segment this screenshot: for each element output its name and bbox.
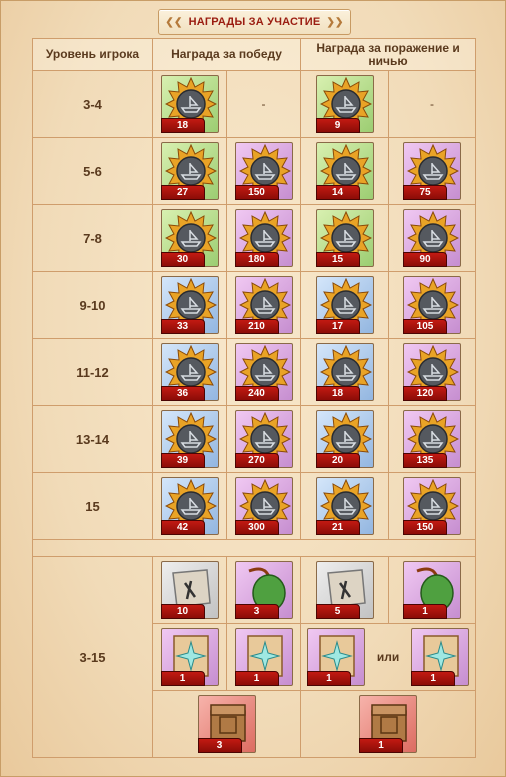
reward-count: 300 <box>234 520 279 535</box>
reward-count: 270 <box>234 453 279 468</box>
reward-count: 14 <box>315 185 360 200</box>
or-label: или <box>376 650 400 664</box>
level-cell: 3-15 <box>32 556 153 758</box>
ship-reward[interactable]: 150 <box>403 477 462 535</box>
reward-count: 1 <box>411 671 456 686</box>
level-cell: 11-12 <box>32 338 153 406</box>
level-cell: 7-8 <box>32 204 153 272</box>
win-map-reward-1[interactable]: 1 <box>160 628 219 686</box>
medal-reward[interactable]: 27 <box>160 142 219 200</box>
empty-reward-placeholder: - <box>430 97 435 111</box>
win-scroll-reward[interactable]: 10 <box>160 561 219 619</box>
win-bag-reward[interactable]: 3 <box>234 561 293 619</box>
medal-reward[interactable]: 17 <box>315 276 374 334</box>
reward-count: 1 <box>403 604 448 619</box>
reward-count: 150 <box>403 520 448 535</box>
lose-map-reward-2[interactable]: 1 <box>411 628 470 686</box>
reward-count: 1 <box>306 671 351 686</box>
reward-count: 33 <box>160 319 205 334</box>
reward-count: 3 <box>197 738 242 753</box>
reward-count: 30 <box>160 252 205 267</box>
reward-count: 15 <box>315 252 360 267</box>
ship-reward[interactable]: 240 <box>234 343 293 401</box>
medal-reward[interactable]: 36 <box>160 343 219 401</box>
medal-reward[interactable]: 9 <box>315 75 374 133</box>
ship-reward[interactable]: 105 <box>403 276 462 334</box>
win-chest-reward[interactable]: 3 <box>197 695 256 753</box>
reward-count: 18 <box>315 386 360 401</box>
spacer-row <box>31 539 477 557</box>
reward-count: 20 <box>315 453 360 468</box>
reward-count: 18 <box>160 118 205 133</box>
left-ornament-icon: ❮❮ <box>165 16 183 28</box>
medal-reward[interactable]: 39 <box>160 410 219 468</box>
reward-count: 105 <box>403 319 448 334</box>
reward-count: 180 <box>234 252 279 267</box>
empty-reward-placeholder: - <box>261 97 266 111</box>
medal-reward[interactable]: 14 <box>315 142 374 200</box>
header-win: Награда за победу <box>151 38 302 71</box>
lose-bag-reward[interactable]: 1 <box>403 561 462 619</box>
reward-count: 1 <box>234 671 279 686</box>
reward-count: 36 <box>160 386 205 401</box>
win-map-reward-2[interactable]: 1 <box>234 628 293 686</box>
medal-reward[interactable]: 20 <box>315 410 374 468</box>
lose-scroll-reward[interactable]: 5 <box>315 561 374 619</box>
medal-reward[interactable]: 18 <box>160 75 219 133</box>
medal-reward[interactable]: 21 <box>315 477 374 535</box>
ship-reward[interactable]: 270 <box>234 410 293 468</box>
medal-reward[interactable]: 15 <box>315 209 374 267</box>
reward-count: 1 <box>160 671 205 686</box>
ship-reward[interactable]: 300 <box>234 477 293 535</box>
level-cell: 5-6 <box>32 137 153 205</box>
reward-count: 150 <box>234 185 279 200</box>
reward-count: 135 <box>403 453 448 468</box>
reward-count: 210 <box>234 319 279 334</box>
reward-count: 3 <box>234 604 279 619</box>
reward-count: 1 <box>359 738 404 753</box>
reward-count: 21 <box>315 520 360 535</box>
medal-reward[interactable]: 33 <box>160 276 219 334</box>
lose-map-reward-1[interactable]: 1 <box>306 628 365 686</box>
reward-count: 5 <box>315 604 360 619</box>
reward-count: 240 <box>234 386 279 401</box>
lose-chest-reward[interactable]: 1 <box>359 695 418 753</box>
reward-count: 27 <box>160 185 205 200</box>
ship-reward[interactable]: 135 <box>403 410 462 468</box>
level-cell: 15 <box>32 472 153 540</box>
title-banner: ❮❮ НАГРАДЫ ЗА УЧАСТИЕ ❯❯ <box>158 9 351 35</box>
rewards-table: Уровень игрока Награда за победу Награда… <box>31 38 477 758</box>
header-level: Уровень игрока <box>32 38 153 71</box>
reward-count: 42 <box>160 520 205 535</box>
reward-count: 90 <box>403 252 448 267</box>
medal-reward[interactable]: 30 <box>160 209 219 267</box>
ship-reward[interactable]: 90 <box>403 209 462 267</box>
reward-count: 9 <box>315 118 360 133</box>
rewards-panel: ❮❮ НАГРАДЫ ЗА УЧАСТИЕ ❯❯ Уровень игрока … <box>0 0 506 777</box>
ship-reward[interactable]: 75 <box>403 142 462 200</box>
medal-reward[interactable]: 42 <box>160 477 219 535</box>
reward-count: 39 <box>160 453 205 468</box>
ship-reward[interactable]: 180 <box>234 209 293 267</box>
ship-reward[interactable]: 120 <box>403 343 462 401</box>
reward-count: 120 <box>403 386 448 401</box>
level-cell: 9-10 <box>32 271 153 339</box>
header-lose: Награда за поражение и ничью <box>300 38 477 71</box>
panel-title: НАГРАДЫ ЗА УЧАСТИЕ <box>188 16 321 28</box>
medal-reward[interactable]: 18 <box>315 343 374 401</box>
ship-reward[interactable]: 150 <box>234 142 293 200</box>
reward-count: 10 <box>160 604 205 619</box>
reward-count: 17 <box>315 319 360 334</box>
ship-reward[interactable]: 210 <box>234 276 293 334</box>
reward-count: 75 <box>403 185 448 200</box>
right-ornament-icon: ❯❯ <box>326 16 344 28</box>
level-cell: 3-4 <box>32 70 153 138</box>
level-cell: 13-14 <box>32 405 153 473</box>
